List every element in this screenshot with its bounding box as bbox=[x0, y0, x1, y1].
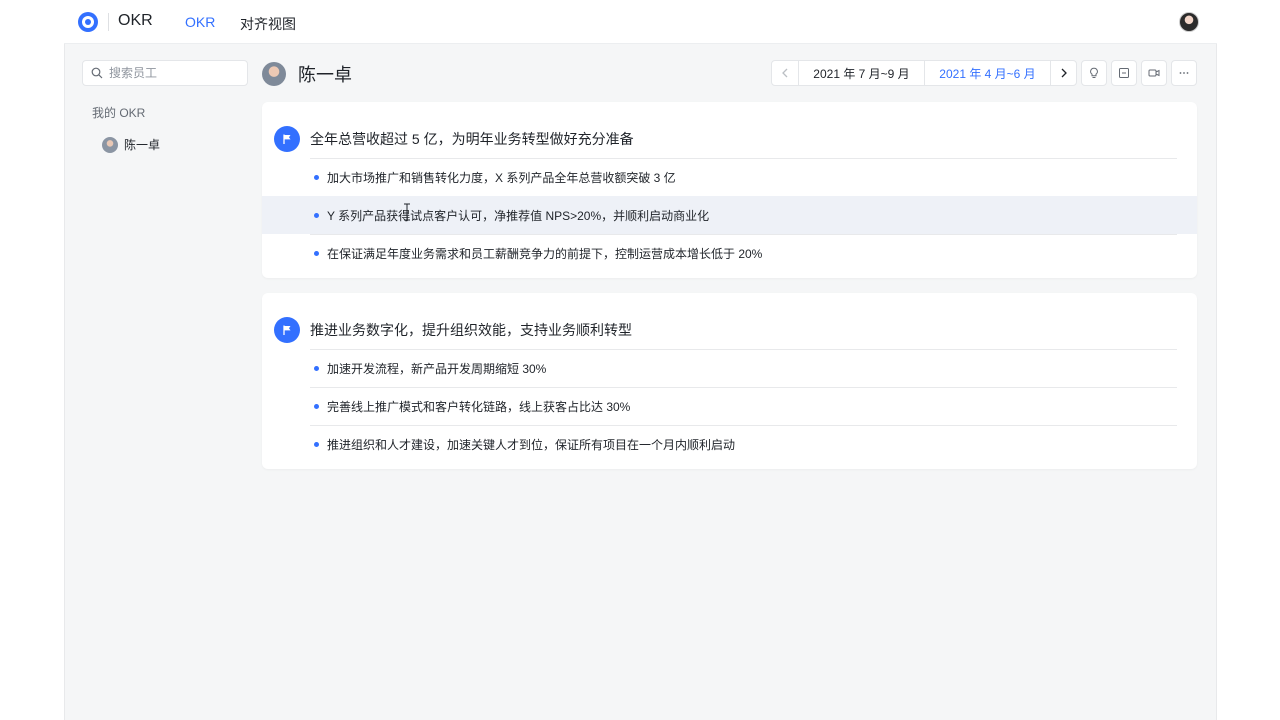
key-result-item[interactable]: 推进组织和人才建设，加速关键人才到位，保证所有项目在一个月内顺利启动 bbox=[310, 425, 1177, 463]
bullet-icon bbox=[314, 175, 319, 180]
app-title: OKR bbox=[118, 12, 153, 29]
person-header: 陈一卓 bbox=[262, 61, 352, 87]
objective-header[interactable]: 全年总营收超过 5 亿，为明年业务转型做好充分准备 bbox=[274, 126, 634, 152]
objective-card: 推进业务数字化，提升组织效能，支持业务顺利转型 加速开发流程，新产品开发周期缩短… bbox=[262, 293, 1197, 469]
objective-title: 推进业务数字化，提升组织效能，支持业务顺利转型 bbox=[310, 322, 632, 338]
user-avatar[interactable] bbox=[1179, 12, 1199, 32]
bullet-icon bbox=[314, 366, 319, 371]
video-icon bbox=[1148, 69, 1160, 77]
sidebar-section-title: 我的 OKR bbox=[92, 106, 146, 120]
period-option[interactable]: 2021 年 7 月~9 月 bbox=[798, 61, 924, 85]
chevron-left-icon bbox=[782, 68, 788, 78]
period-switcher: 2021 年 7 月~9 月 2021 年 4 月~6 月 bbox=[771, 60, 1077, 86]
panel-icon bbox=[1119, 68, 1129, 78]
avatar bbox=[262, 62, 286, 86]
tab-alignment-view[interactable]: 对齐视图 bbox=[240, 14, 296, 34]
key-result-text: 在保证满足年度业务需求和员工薪酬竞争力的前提下，控制运营成本增长低于 20% bbox=[327, 247, 763, 261]
key-result-item[interactable]: 在保证满足年度业务需求和员工薪酬竞争力的前提下，控制运营成本增长低于 20% bbox=[310, 234, 1177, 272]
key-result-text: 完善线上推广模式和客户转化链路，线上获客占比达 30% bbox=[327, 400, 631, 414]
key-result-text: Y 系列产品获得试点客户认可，净推荐值 NPS>20%，并顺利启动商业化 bbox=[327, 208, 710, 223]
objective-header[interactable]: 推进业务数字化，提升组织效能，支持业务顺利转型 bbox=[274, 317, 632, 343]
flag-icon bbox=[274, 126, 300, 152]
tab-okr[interactable]: OKR bbox=[185, 14, 215, 30]
sidebar-item-user[interactable]: 陈一卓 bbox=[102, 136, 160, 153]
key-result-item[interactable]: 加速开发流程，新产品开发周期缩短 30% bbox=[310, 349, 1177, 387]
panel-button[interactable] bbox=[1111, 60, 1137, 86]
bullet-icon bbox=[314, 251, 319, 256]
prev-period-button[interactable] bbox=[772, 61, 798, 85]
bullet-icon bbox=[314, 404, 319, 409]
key-result-text: 推进组织和人才建设，加速关键人才到位，保证所有项目在一个月内顺利启动 bbox=[327, 438, 736, 452]
video-button[interactable] bbox=[1141, 60, 1167, 86]
employee-search[interactable] bbox=[82, 60, 248, 86]
person-name: 陈一卓 bbox=[298, 65, 352, 85]
key-result-text: 加大市场推广和销售转化力度，X 系列产品全年总营收额突破 3 亿 bbox=[327, 171, 676, 185]
bullet-icon bbox=[314, 442, 319, 447]
avatar bbox=[102, 136, 118, 153]
text-cursor-icon bbox=[404, 203, 410, 221]
key-result-item[interactable]: Y 系列产品获得试点客户认可，净推荐值 NPS>20%，并顺利启动商业化 bbox=[262, 196, 1197, 234]
okr-logo-icon bbox=[78, 12, 98, 32]
flag-icon bbox=[274, 317, 300, 343]
search-icon bbox=[91, 67, 103, 79]
lightbulb-button[interactable] bbox=[1081, 60, 1107, 86]
sidebar-item-label: 陈一卓 bbox=[124, 138, 161, 152]
key-result-item[interactable]: 加大市场推广和销售转化力度，X 系列产品全年总营收额突破 3 亿 bbox=[310, 158, 1177, 196]
key-result-item[interactable]: 完善线上推广模式和客户转化链路，线上获客占比达 30% bbox=[310, 387, 1177, 425]
more-button[interactable] bbox=[1171, 60, 1197, 86]
period-option-active[interactable]: 2021 年 4 月~6 月 bbox=[924, 61, 1050, 85]
objective-title: 全年总营收超过 5 亿，为明年业务转型做好充分准备 bbox=[310, 131, 634, 147]
lightbulb-icon bbox=[1090, 67, 1098, 78]
next-period-button[interactable] bbox=[1050, 61, 1076, 85]
more-icon bbox=[1179, 72, 1189, 74]
objective-card: 全年总营收超过 5 亿，为明年业务转型做好充分准备 加大市场推广和销售转化力度，… bbox=[262, 102, 1197, 278]
divider bbox=[108, 13, 109, 31]
chevron-right-icon bbox=[1061, 68, 1067, 78]
key-result-text: 加速开发流程，新产品开发周期缩短 30% bbox=[327, 362, 547, 376]
bullet-icon bbox=[314, 212, 319, 218]
search-input[interactable] bbox=[109, 66, 239, 80]
toolbar: 2021 年 7 月~9 月 2021 年 4 月~6 月 bbox=[771, 60, 1197, 86]
top-bar: OKR OKR 对齐视图 bbox=[64, 0, 1217, 44]
